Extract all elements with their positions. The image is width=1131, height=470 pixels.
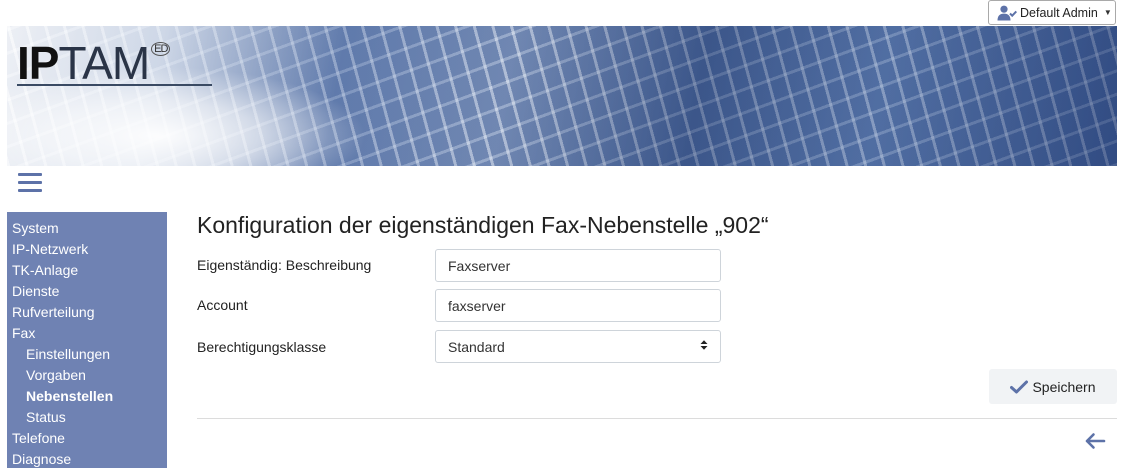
sidebar-item-system[interactable]: System xyxy=(7,218,167,239)
save-button-label: Speichern xyxy=(1032,378,1096,395)
sidebar-list: System IP-Netzwerk TK-Anlage Dienste Rufvert… xyxy=(7,212,167,470)
menu-toggle-icon[interactable] xyxy=(18,173,42,193)
content-divider xyxy=(197,418,1117,419)
class-select[interactable]: Standard xyxy=(435,330,721,363)
sidebar-item-status[interactable]: Status xyxy=(7,407,167,428)
check-icon xyxy=(1010,380,1029,393)
class-label: Berechtigungsklasse xyxy=(197,339,327,355)
sidebar-nav: System IP-Netzwerk TK-Anlage Dienste Rufvert… xyxy=(7,212,167,468)
logo-light-text: TAM xyxy=(58,37,150,89)
account-label: Account xyxy=(197,297,248,313)
sidebar-item-tk-anlage[interactable]: TK-Anlage xyxy=(7,260,167,281)
user-check-icon xyxy=(997,5,1017,21)
user-menu-label: Default Admin xyxy=(1020,5,1098,20)
sidebar-item-rufverteilung[interactable]: Rufverteilung xyxy=(7,302,167,323)
save-button[interactable]: Speichern xyxy=(989,369,1117,404)
description-label: Eigenständig: Beschreibung xyxy=(197,257,372,273)
sidebar-item-vorgaben[interactable]: Vorgaben xyxy=(7,365,167,386)
sidebar-item-ip-netzwerk[interactable]: IP-Netzwerk xyxy=(7,239,167,260)
iptam-logo: IPTAM ED xyxy=(17,37,171,89)
back-arrow-icon[interactable] xyxy=(1084,432,1106,450)
sidebar-item-telefone[interactable]: Telefone xyxy=(7,428,167,449)
logo-mark: ED xyxy=(151,42,171,56)
account-input[interactable] xyxy=(435,289,721,322)
class-select-value: Standard xyxy=(448,338,505,355)
sidebar-item-dienste[interactable]: Dienste xyxy=(7,281,167,302)
caret-down-icon: ▼ xyxy=(1103,8,1112,17)
description-input[interactable] xyxy=(435,249,721,282)
sidebar-item-einstellungen[interactable]: Einstellungen xyxy=(7,344,167,365)
sidebar-item-diagnose[interactable]: Diagnose xyxy=(7,449,167,470)
sidebar-item-fax[interactable]: Fax xyxy=(7,323,167,344)
logo-bold-text: IP xyxy=(17,37,59,89)
page-title: Konfiguration der eigenständigen Fax-Neb… xyxy=(197,212,769,238)
header-banner: IPTAM ED xyxy=(7,26,1117,166)
logo-underline xyxy=(17,84,212,86)
select-arrows-icon xyxy=(700,339,708,354)
user-menu-button[interactable]: Default Admin ▼ xyxy=(988,0,1116,25)
sidebar-item-nebenstellen[interactable]: Nebenstellen xyxy=(7,386,167,407)
